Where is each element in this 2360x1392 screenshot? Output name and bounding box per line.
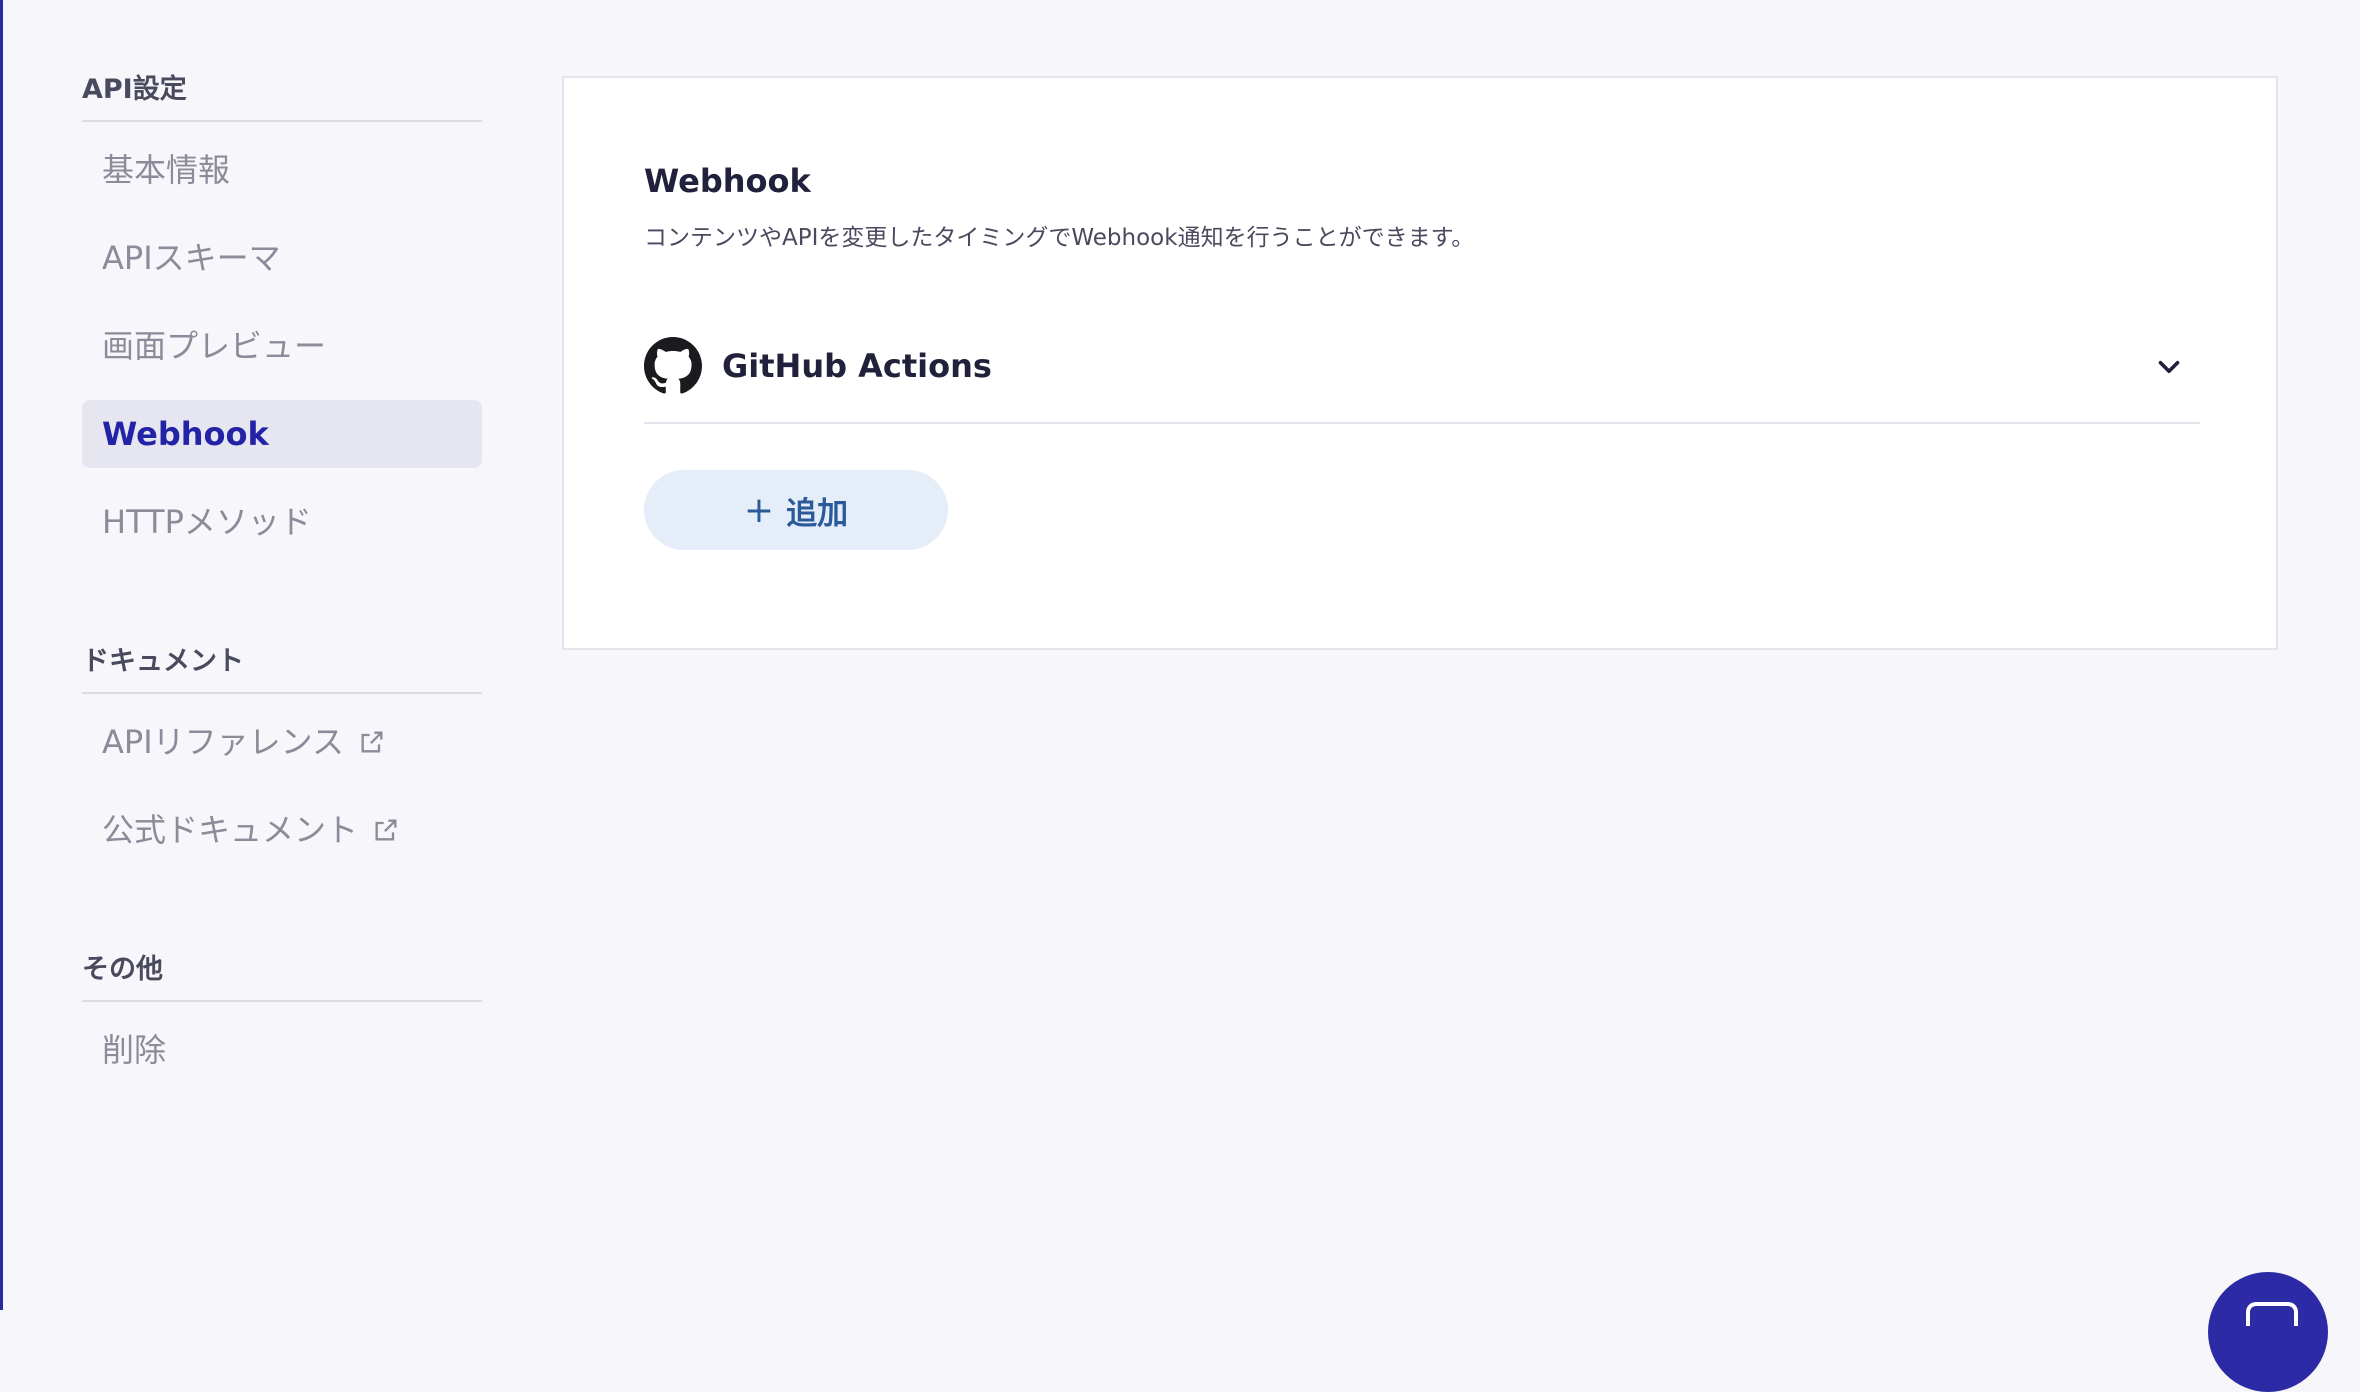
window-left-edge [0, 0, 3, 1310]
sidebar-item-label: APIスキーマ [102, 239, 281, 277]
sidebar-section-api-settings: API設定 基本情報 APIスキーマ 画面プレビュー Webhook HTTPメ… [82, 60, 482, 556]
sidebar-item-webhook[interactable]: Webhook [82, 400, 482, 468]
webhook-name: GitHub Actions [722, 347, 992, 385]
sidebar-item-basic-info[interactable]: 基本情報 [82, 136, 482, 204]
external-link-icon [372, 816, 400, 844]
sidebar-item-label: 画面プレビュー [102, 327, 327, 365]
sidebar-section-documents: ドキュメント APIリファレンス 公式ドキュメント [82, 632, 482, 864]
sidebar-item-label: Webhook [102, 415, 269, 453]
add-webhook-button[interactable]: + 追加 [644, 470, 948, 550]
sidebar-item-label: APIリファレンス [102, 723, 344, 761]
sidebar-item-delete[interactable]: 削除 [82, 1016, 482, 1084]
section-divider [82, 692, 482, 694]
sidebar-item-api-schema[interactable]: APIスキーマ [82, 224, 482, 292]
chevron-down-icon[interactable] [2152, 350, 2186, 384]
sidebar-item-label: HTTPメソッド [102, 503, 312, 541]
sidebar-section-other: その他 削除 [82, 940, 482, 1084]
sidebar-item-label: 基本情報 [102, 151, 231, 189]
sidebar-item-http-methods[interactable]: HTTPメソッド [82, 488, 482, 556]
section-title-documents: ドキュメント [82, 646, 244, 677]
github-icon [644, 337, 702, 395]
add-button-label: 追加 [786, 495, 849, 532]
page-description: コンテンツやAPIを変更したタイミングでWebhook通知を行うことができます。 [644, 225, 1475, 251]
sidebar-item-label: 削除 [102, 1031, 167, 1069]
sidebar-item-api-reference[interactable]: APIリファレンス [82, 708, 482, 776]
webhook-item-github-actions[interactable]: GitHub Actions [644, 310, 2200, 424]
page-title: Webhook [644, 162, 811, 200]
plus-icon: + [743, 489, 775, 531]
chat-icon [2246, 1302, 2298, 1326]
section-divider [82, 1000, 482, 1002]
section-title-api-settings: API設定 [82, 74, 187, 105]
sidebar-item-label: 公式ドキュメント [102, 811, 359, 849]
settings-sidebar: API設定 基本情報 APIスキーマ 画面プレビュー Webhook HTTPメ… [82, 60, 482, 1104]
sidebar-item-screen-preview[interactable]: 画面プレビュー [82, 312, 482, 380]
section-divider [82, 120, 482, 122]
webhook-settings-card: Webhook コンテンツやAPIを変更したタイミングでWebhook通知を行う… [562, 76, 2278, 650]
section-title-other: その他 [82, 954, 163, 985]
external-link-icon [358, 728, 386, 756]
chat-support-button[interactable] [2208, 1272, 2328, 1392]
sidebar-item-official-docs[interactable]: 公式ドキュメント [82, 796, 482, 864]
